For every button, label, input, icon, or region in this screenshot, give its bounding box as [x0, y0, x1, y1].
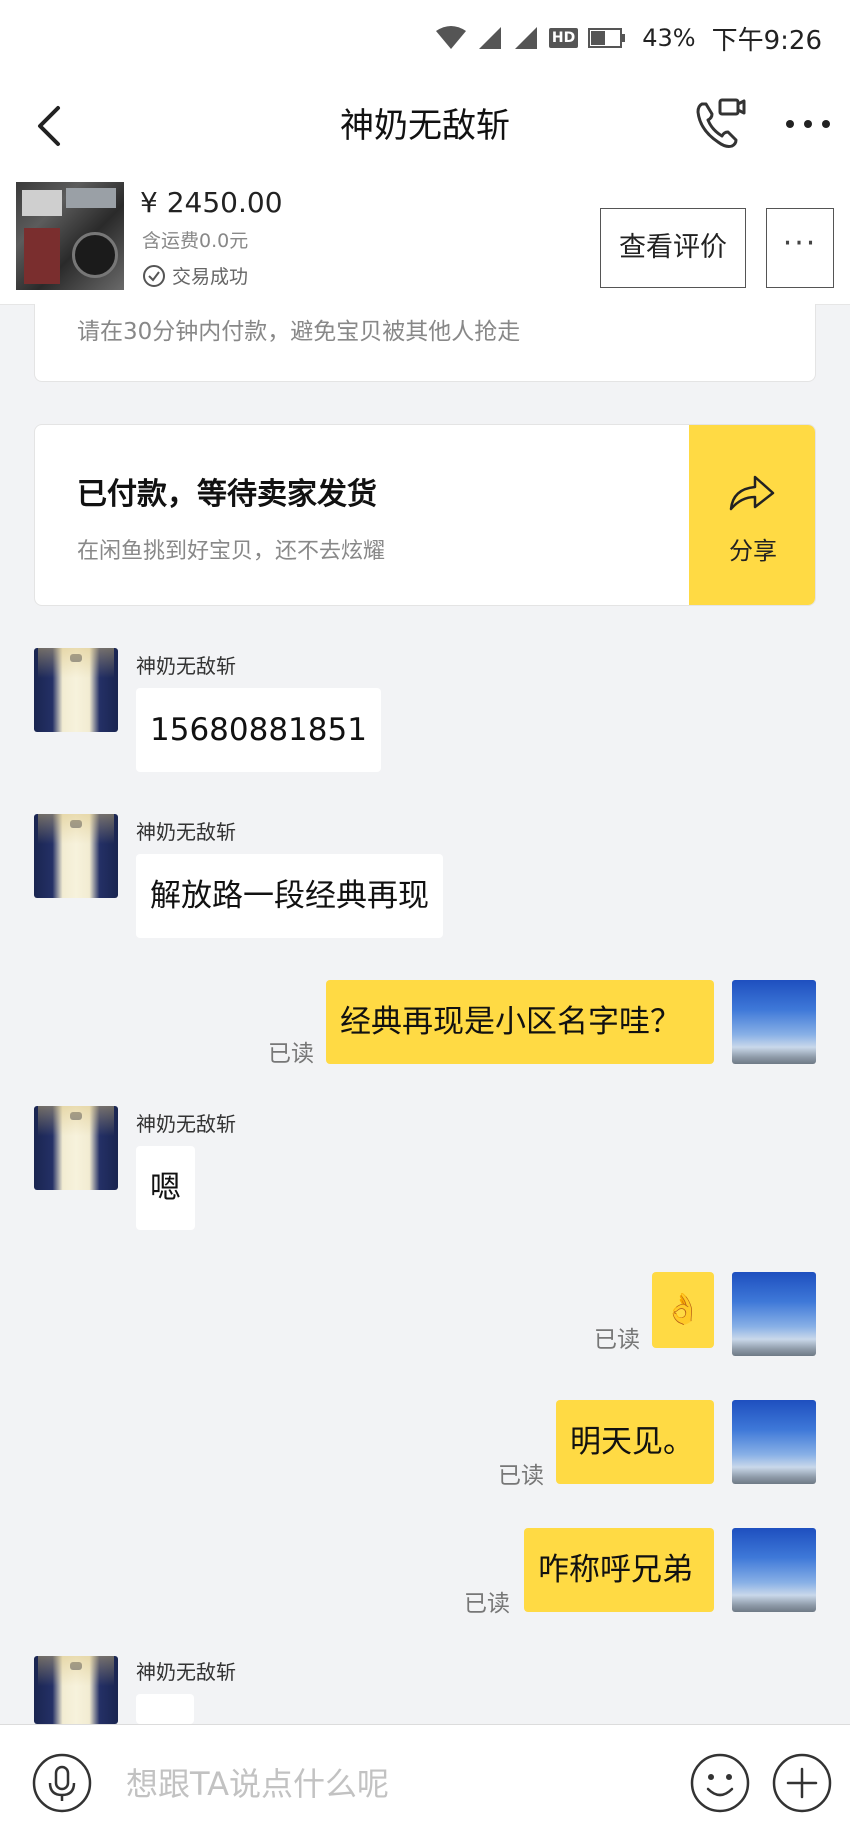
page-title: 神奶无敌斩 [340, 106, 510, 146]
message-bubble-outgoing[interactable]: 👌 [652, 1272, 714, 1348]
transaction-status: 交易成功 [142, 262, 248, 289]
hd-badge: HD [548, 28, 579, 48]
signal-icon-2 [514, 27, 537, 49]
share-button[interactable]: 分享 [689, 425, 815, 605]
battery-icon [588, 28, 626, 48]
view-review-button[interactable]: 查看评价 [600, 208, 746, 288]
read-receipt: 已读 [268, 1041, 314, 1067]
more-actions-button[interactable] [772, 1753, 832, 1813]
seller-avatar[interactable] [34, 1656, 118, 1724]
product-shipping: 含运费0.0元 [142, 230, 249, 252]
voice-button[interactable] [32, 1753, 92, 1813]
nav-bar: 神奶无敌斩 [0, 74, 850, 178]
emoji-icon [690, 1753, 750, 1813]
back-button[interactable] [30, 100, 70, 152]
message-bubble-outgoing[interactable]: 咋称呼兄弟 [524, 1528, 714, 1612]
message-bubble-incoming[interactable]: 嗯 [136, 1146, 195, 1230]
more-icon [786, 120, 830, 128]
status-icons: HD 43% 下午9:26 [435, 18, 822, 58]
seller-avatar[interactable] [34, 1106, 118, 1190]
status-clock: 下午9:26 [711, 25, 822, 56]
read-receipt: 已读 [594, 1327, 640, 1353]
share-label: 分享 [729, 537, 777, 565]
message-input-bar [0, 1724, 850, 1843]
emoji-button[interactable] [690, 1753, 750, 1813]
sender-name: 神奶无敌斩 [136, 820, 236, 844]
message-bubble-incoming[interactable]: 15680881851 [136, 688, 381, 772]
mic-icon [32, 1753, 92, 1813]
seller-avatar[interactable] [34, 814, 118, 898]
my-avatar[interactable] [732, 1528, 816, 1612]
check-circle-icon [143, 264, 165, 287]
transaction-status-label: 交易成功 [172, 266, 249, 288]
message-input[interactable] [124, 1749, 658, 1819]
message-bubble-incoming[interactable] [136, 1694, 194, 1724]
payment-notice-text: 请在30分钟内付款，避免宝贝被其他人抢走 [77, 319, 521, 345]
wifi-icon [435, 26, 466, 49]
my-avatar[interactable] [732, 980, 816, 1064]
sender-name: 神奶无敌斩 [136, 1660, 236, 1684]
payment-notice-card: 请在30分钟内付款，避免宝贝被其他人抢走 [34, 304, 816, 382]
battery-percent: 43% [642, 24, 696, 52]
call-button[interactable] [692, 96, 748, 152]
seller-avatar[interactable] [34, 648, 118, 732]
my-avatar[interactable] [732, 1400, 816, 1484]
message-bubble-outgoing[interactable]: 明天见。 [556, 1400, 714, 1484]
share-icon [729, 475, 775, 511]
product-price: ¥ 2450.00 [140, 186, 283, 219]
order-status-title: 已付款，等待卖家发货 [77, 477, 377, 512]
more-options-button[interactable] [780, 108, 836, 140]
read-receipt: 已读 [464, 1591, 510, 1617]
read-receipt: 已读 [498, 1463, 544, 1489]
product-more-button[interactable]: ··· [766, 208, 834, 288]
message-bubble-incoming[interactable]: 解放路一段经典再现 [136, 854, 443, 938]
plus-icon [772, 1753, 832, 1813]
sender-name: 神奶无敌斩 [136, 1112, 236, 1136]
status-bar: HD 43% 下午9:26 [0, 0, 850, 74]
my-avatar[interactable] [732, 1272, 816, 1356]
order-status-card: 已付款，等待卖家发货 在闲鱼挑到好宝贝，还不去炫耀 分享 [34, 424, 816, 606]
product-bar[interactable]: ¥ 2450.00 含运费0.0元 交易成功 查看评价 ··· [0, 178, 850, 305]
sender-name: 神奶无敌斩 [136, 654, 236, 678]
back-icon [38, 106, 60, 146]
order-status-subtitle: 在闲鱼挑到好宝贝，还不去炫耀 [77, 539, 386, 564]
phone-call-icon [696, 98, 746, 148]
signal-icon [478, 27, 501, 49]
message-bubble-outgoing[interactable]: 经典再现是小区名字哇？ [326, 980, 714, 1064]
product-thumbnail[interactable] [16, 182, 124, 290]
